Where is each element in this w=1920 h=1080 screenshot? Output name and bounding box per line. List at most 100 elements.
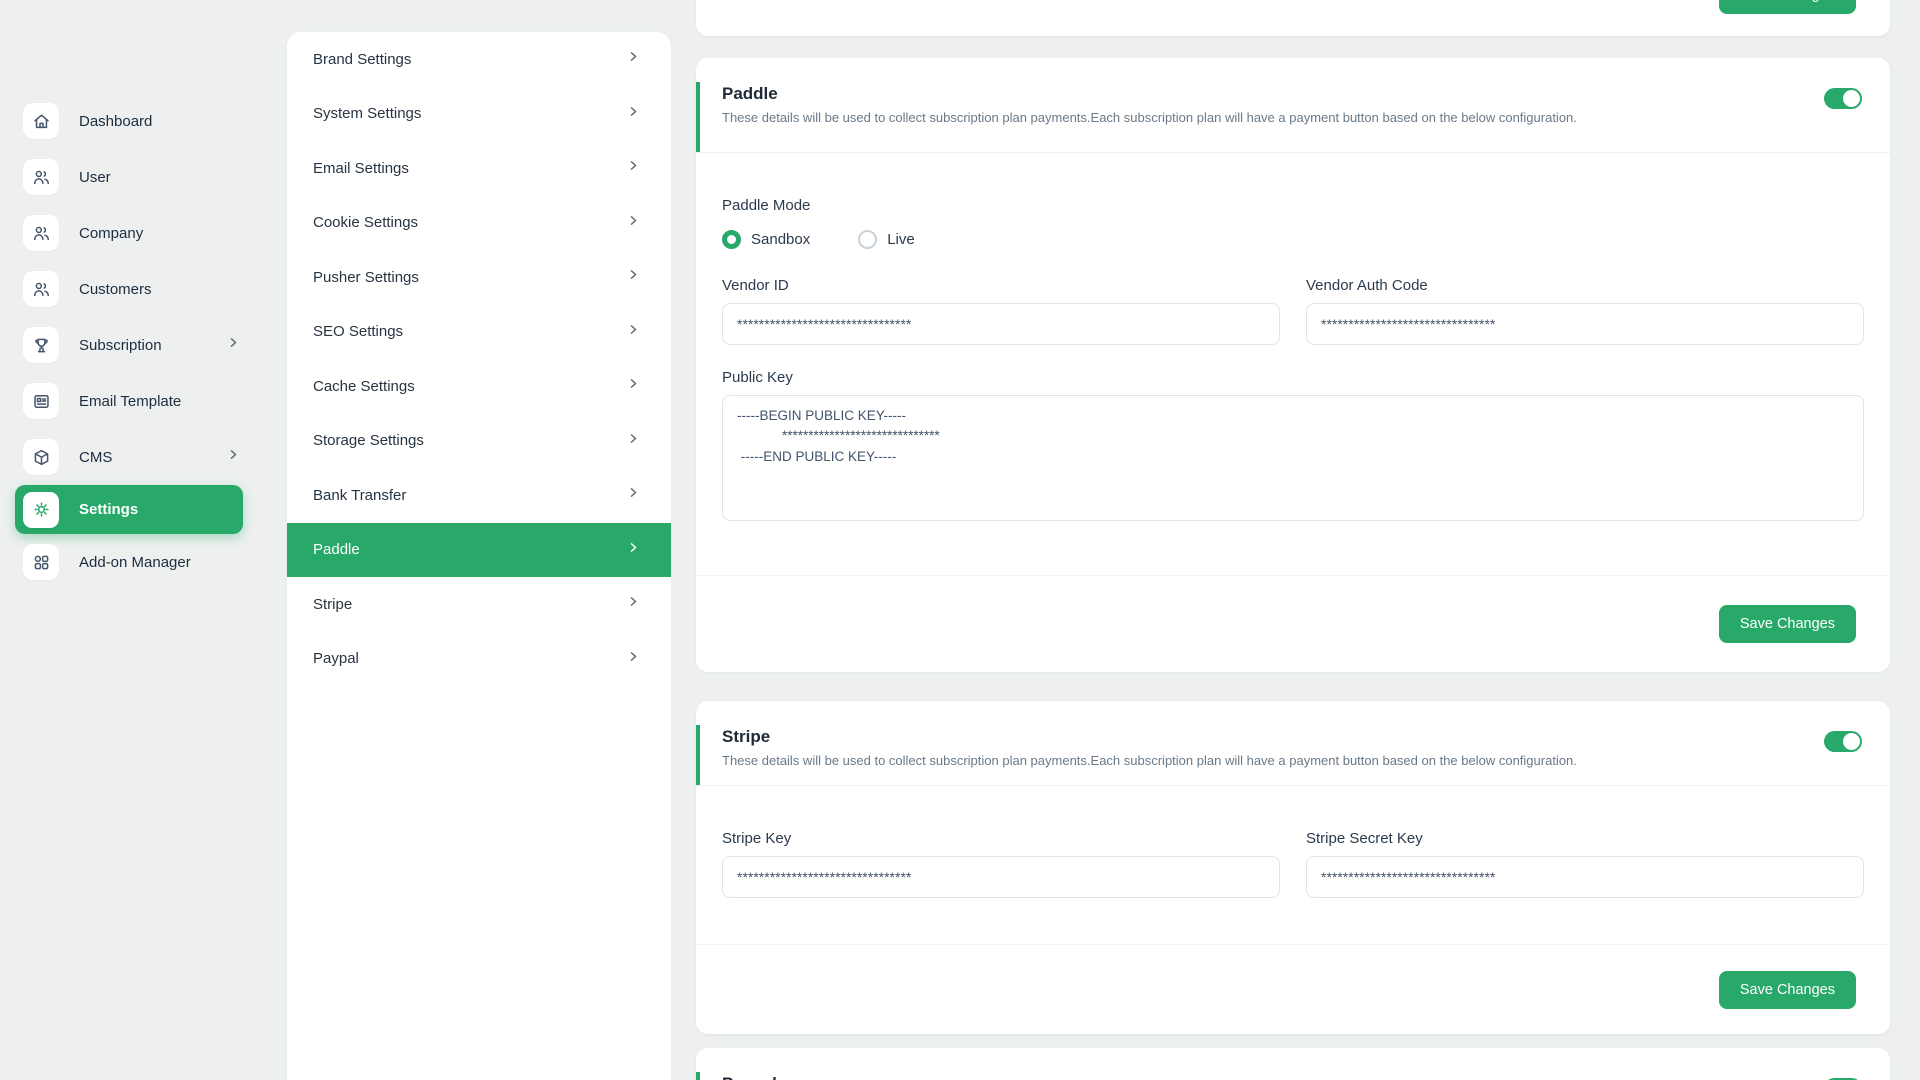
previous-card-partial: Save Changes xyxy=(696,0,1890,36)
stripe-card-footer: Save Changes xyxy=(696,944,1890,1034)
settings-nav-bank-transfer[interactable]: Bank Transfer xyxy=(287,468,671,523)
toggle-knob xyxy=(1843,90,1860,107)
grid-icon xyxy=(23,544,59,580)
public-key-field-group: Public Key -----BEGIN PUBLIC KEY----- **… xyxy=(722,369,1864,526)
chevron-right-icon xyxy=(627,377,640,395)
radio-checked-icon xyxy=(722,230,741,249)
chevron-right-icon xyxy=(627,105,640,123)
vendor-id-field-group: Vendor ID xyxy=(722,277,1280,345)
paddle-mode-live-radio[interactable]: Live xyxy=(858,230,915,249)
stripe-enable-toggle[interactable] xyxy=(1824,731,1862,752)
sidebar-item-subscription[interactable]: Subscription xyxy=(0,317,258,373)
stripe-fields: Stripe Key Stripe Secret Key xyxy=(722,830,1864,898)
save-button[interactable]: Save Changes xyxy=(1719,0,1856,14)
settings-nav-brand-settings[interactable]: Brand Settings xyxy=(287,32,671,87)
vendor-id-input[interactable] xyxy=(722,303,1280,345)
paddle-header-text: Paddle These details will be used to col… xyxy=(722,84,1824,125)
paypal-header-text: Paypal xyxy=(722,1074,1824,1080)
card-accent-bar xyxy=(696,725,700,785)
toggle-knob xyxy=(1843,733,1860,750)
sidebar-item-email-template[interactable]: Email Template xyxy=(0,373,258,429)
users-icon xyxy=(23,271,59,307)
settings-nav-paypal[interactable]: Paypal xyxy=(287,632,671,687)
settings-nav-email-settings[interactable]: Email Settings xyxy=(287,141,671,196)
chevron-right-icon xyxy=(627,650,640,668)
stripe-key-label: Stripe Key xyxy=(722,830,1280,847)
settings-nav-system-settings[interactable]: System Settings xyxy=(287,87,671,142)
card-title: Stripe xyxy=(722,727,1794,747)
chevron-right-icon xyxy=(627,541,640,559)
sidebar-item-label: Subscription xyxy=(79,337,162,354)
sidebar-item-label: CMS xyxy=(79,449,112,466)
paddle-card-body: Paddle Mode Sandbox Live Vendor ID xyxy=(696,153,1890,575)
paddle-mode-radio-group: Sandbox Live xyxy=(722,230,1864,249)
card-subtitle: These details will be used to collect su… xyxy=(722,753,1794,768)
settings-nav-label: SEO Settings xyxy=(313,323,403,340)
chevron-right-icon xyxy=(627,595,640,613)
public-key-label: Public Key xyxy=(722,369,1864,386)
paddle-save-button[interactable]: Save Changes xyxy=(1719,605,1856,643)
stripe-key-input[interactable] xyxy=(722,856,1280,898)
gear-icon xyxy=(23,492,59,528)
chevron-right-icon xyxy=(627,268,640,286)
settings-nav-label: Paddle xyxy=(313,541,360,558)
settings-nav-label: Pusher Settings xyxy=(313,269,419,286)
main-content: Save Changes Paddle These details will b… xyxy=(696,0,1890,1080)
paddle-card-header: Paddle These details will be used to col… xyxy=(696,58,1890,153)
stripe-header-text: Stripe These details will be used to col… xyxy=(722,727,1824,768)
chevron-right-icon xyxy=(627,50,640,68)
settings-subnav: Brand Settings System Settings Email Set… xyxy=(287,32,671,1080)
paddle-fields: Vendor ID Vendor Auth Code xyxy=(722,277,1864,345)
settings-nav-cache-settings[interactable]: Cache Settings xyxy=(287,359,671,414)
sidebar-item-company[interactable]: Company xyxy=(0,205,258,261)
settings-nav-paddle[interactable]: Paddle xyxy=(287,523,671,578)
chevron-right-icon xyxy=(627,214,640,232)
users-icon xyxy=(23,159,59,195)
screen: Dashboard User Company Customers xyxy=(0,0,1920,1080)
cube-icon xyxy=(23,439,59,475)
settings-nav-cookie-settings[interactable]: Cookie Settings xyxy=(287,196,671,251)
sidebar-item-cms[interactable]: CMS xyxy=(0,429,258,485)
home-icon xyxy=(23,103,59,139)
stripe-save-button[interactable]: Save Changes xyxy=(1719,971,1856,1009)
public-key-textarea[interactable]: -----BEGIN PUBLIC KEY----- *************… xyxy=(722,395,1864,521)
stripe-secret-key-input[interactable] xyxy=(1306,856,1864,898)
stripe-card: Stripe These details will be used to col… xyxy=(696,701,1890,1034)
settings-nav-stripe[interactable]: Stripe xyxy=(287,577,671,632)
settings-nav-seo-settings[interactable]: SEO Settings xyxy=(287,305,671,360)
paddle-mode-label: Paddle Mode xyxy=(722,197,1864,214)
settings-nav-label: Storage Settings xyxy=(313,432,424,449)
settings-nav-label: Stripe xyxy=(313,596,352,613)
settings-nav-pusher-settings[interactable]: Pusher Settings xyxy=(287,250,671,305)
settings-nav-label: Bank Transfer xyxy=(313,487,406,504)
radio-label: Live xyxy=(887,231,915,248)
sidebar-item-customers[interactable]: Customers xyxy=(0,261,258,317)
chevron-right-icon xyxy=(627,432,640,450)
vendor-auth-code-input[interactable] xyxy=(1306,303,1864,345)
card-accent-bar xyxy=(696,82,700,152)
sidebar-item-dashboard[interactable]: Dashboard xyxy=(0,93,258,149)
vendor-id-label: Vendor ID xyxy=(722,277,1280,294)
card-subtitle: These details will be used to collect su… xyxy=(722,110,1794,125)
chevron-right-icon xyxy=(627,159,640,177)
stripe-secret-key-label: Stripe Secret Key xyxy=(1306,830,1864,847)
vendor-auth-code-label: Vendor Auth Code xyxy=(1306,277,1864,294)
chevron-right-icon xyxy=(227,448,240,466)
paypal-card-header: Paypal xyxy=(696,1048,1890,1080)
trophy-icon xyxy=(23,327,59,363)
sidebar-item-label: Customers xyxy=(79,281,152,298)
paddle-mode-sandbox-radio[interactable]: Sandbox xyxy=(722,230,810,249)
chevron-right-icon xyxy=(227,336,240,354)
sidebar-item-settings[interactable]: Settings xyxy=(15,485,243,534)
sidebar-item-label: User xyxy=(79,169,111,186)
sidebar-item-user[interactable]: User xyxy=(0,149,258,205)
settings-nav-label: Brand Settings xyxy=(313,51,411,68)
sidebar-item-label: Settings xyxy=(79,501,138,518)
stripe-card-body: Stripe Key Stripe Secret Key xyxy=(696,786,1890,944)
settings-nav-storage-settings[interactable]: Storage Settings xyxy=(287,414,671,469)
settings-nav-label: Email Settings xyxy=(313,160,409,177)
sidebar-item-label: Email Template xyxy=(79,393,181,410)
paypal-card: Paypal xyxy=(696,1048,1890,1080)
sidebar-item-addon-manager[interactable]: Add-on Manager xyxy=(0,534,258,590)
paddle-enable-toggle[interactable] xyxy=(1824,88,1862,109)
